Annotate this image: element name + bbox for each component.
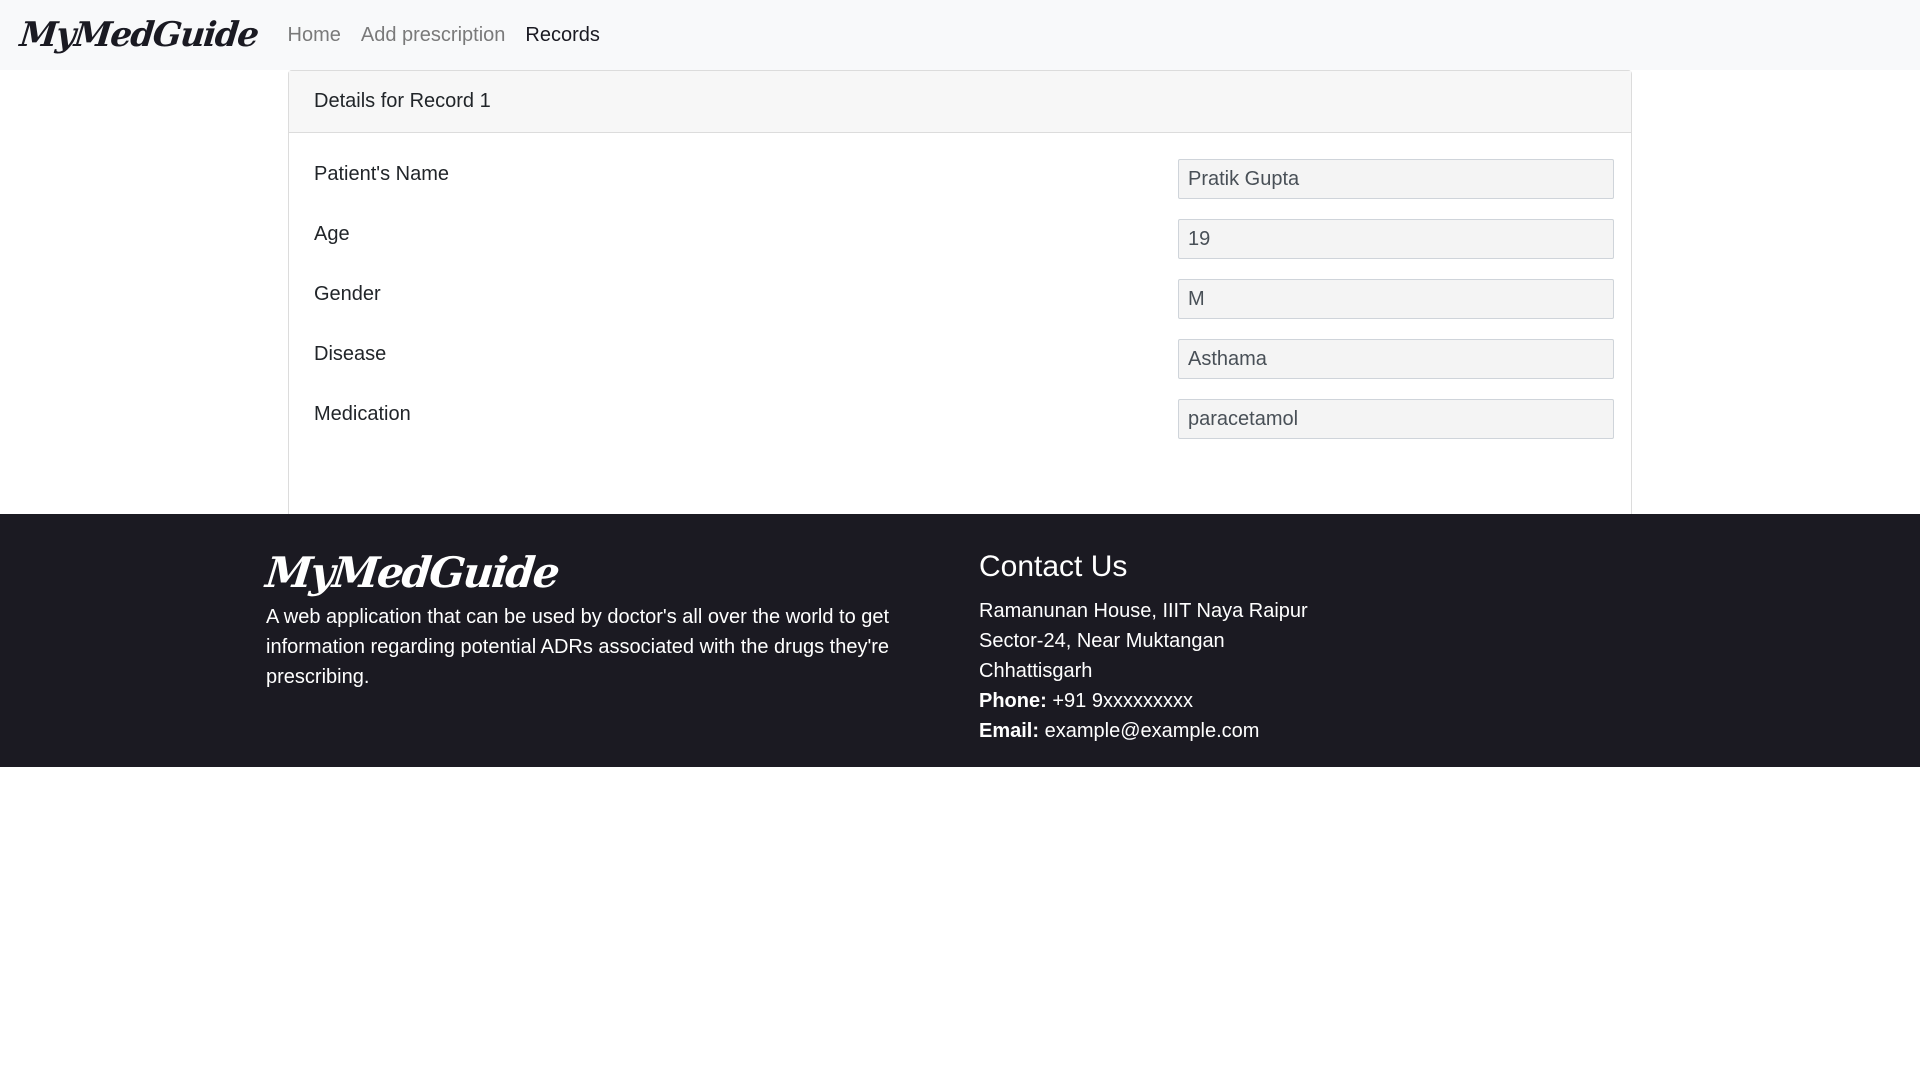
contact-us-heading: Contact Us bbox=[979, 550, 1128, 583]
record-card-header: Details for Record 1 bbox=[289, 71, 1631, 133]
nav-links: Home Add prescription Records bbox=[278, 24, 610, 47]
email-value[interactable]: example@example.com bbox=[1045, 720, 1260, 742]
address-line-3: Chhattisgarh bbox=[979, 660, 1093, 682]
field-row-patient-name: Patient's Name bbox=[289, 159, 1631, 199]
patient-name-label: Patient's Name bbox=[314, 163, 449, 185]
nav-link-add-prescription[interactable]: Add prescription bbox=[351, 24, 516, 47]
field-row-gender: Gender bbox=[289, 279, 1631, 319]
field-row-age: Age bbox=[289, 219, 1631, 259]
age-label: Age bbox=[314, 223, 350, 245]
contact-details: Ramanunan House, IIIT Naya Raipur Sector… bbox=[979, 596, 1308, 746]
site-footer: MyMedGuide A web application that can be… bbox=[0, 514, 1920, 767]
gender-label: Gender bbox=[314, 283, 381, 305]
field-row-medication: Medication bbox=[289, 399, 1631, 439]
record-card: Details for Record 1 Patient's Name Age … bbox=[288, 70, 1632, 514]
field-row-disease: Disease bbox=[289, 339, 1631, 379]
phone-line: Phone: +91 9xxxxxxxxx bbox=[979, 686, 1308, 716]
email-line: Email: example@example.com bbox=[979, 716, 1308, 746]
address-line-2: Sector-24, Near Muktangan bbox=[979, 630, 1225, 652]
footer-brand-logo: MyMedGuide bbox=[263, 548, 561, 597]
phone-value: +91 9xxxxxxxxx bbox=[1052, 690, 1193, 712]
top-navbar: MyMedGuide Home Add prescription Records bbox=[0, 0, 1920, 70]
nav-link-records[interactable]: Records bbox=[515, 24, 609, 47]
email-label: Email: bbox=[979, 720, 1040, 742]
footer-description: A web application that can be used by do… bbox=[266, 606, 890, 688]
nav-link-home[interactable]: Home bbox=[278, 24, 351, 47]
brand-logo[interactable]: MyMedGuide bbox=[18, 15, 260, 55]
patient-name-field[interactable] bbox=[1178, 159, 1614, 199]
disease-field[interactable] bbox=[1178, 339, 1614, 379]
medication-field[interactable] bbox=[1178, 399, 1614, 439]
phone-label: Phone: bbox=[979, 690, 1047, 712]
age-field[interactable] bbox=[1178, 219, 1614, 259]
disease-label: Disease bbox=[314, 343, 387, 365]
gender-field[interactable] bbox=[1178, 279, 1614, 319]
address-line-1: Ramanunan House, IIIT Naya Raipur bbox=[979, 600, 1308, 622]
medication-label: Medication bbox=[314, 403, 411, 425]
